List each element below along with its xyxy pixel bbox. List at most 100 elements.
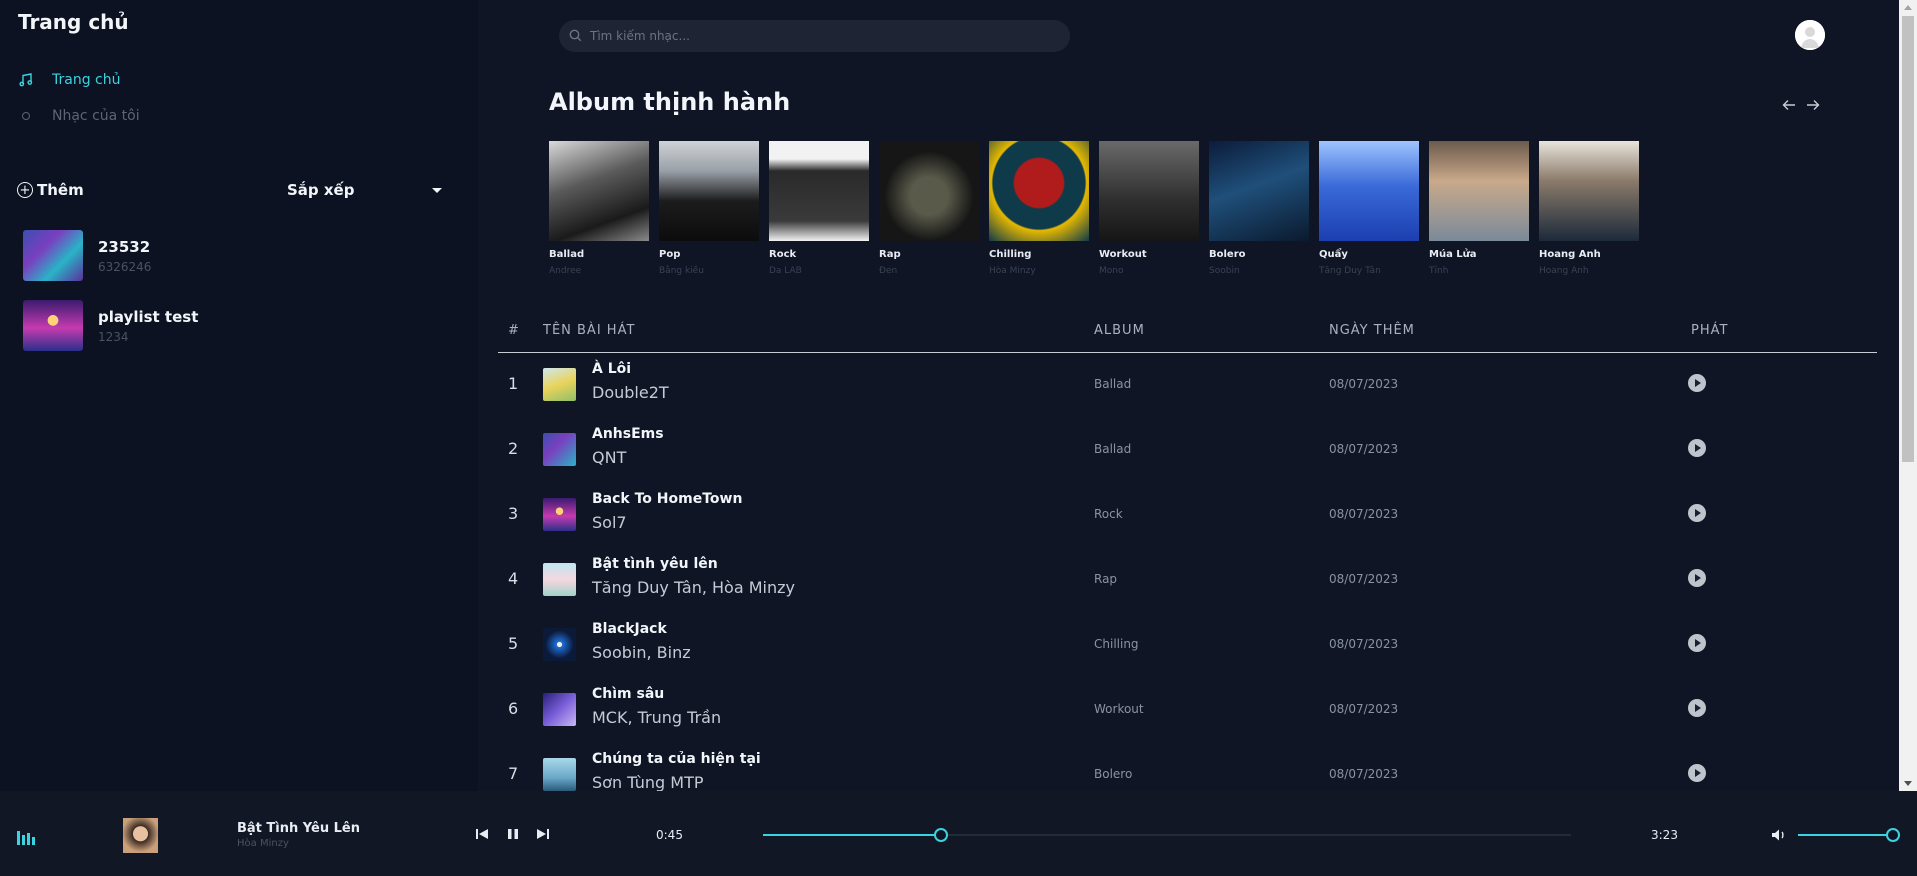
song-title: BlackJack (592, 621, 667, 637)
album-cover (1099, 141, 1199, 241)
now-playing-artist: Hòa Minzy (237, 838, 289, 849)
row-index: 7 (508, 764, 519, 783)
song-album: Chilling (1094, 637, 1139, 651)
album-card[interactable]: Múa Lửa Tỉnh (1429, 141, 1529, 276)
progress-slider[interactable] (763, 828, 1571, 842)
col-album: ALBUM (1094, 323, 1145, 338)
next-icon[interactable] (535, 826, 551, 842)
progress-fill (763, 834, 941, 836)
playlist-name: playlist test (98, 307, 199, 326)
album-name: Workout (1099, 249, 1147, 260)
album-card[interactable]: Quẩy Tăng Duy Tân (1319, 141, 1419, 276)
sort-label: Sắp xếp (287, 181, 355, 199)
arrow-left-icon[interactable] (1781, 97, 1797, 113)
album-cover (879, 141, 979, 241)
search-icon (569, 27, 582, 46)
table-row[interactable]: 2 AnhsEms QNT Ballad 08/07/2023 (498, 418, 1877, 483)
album-card[interactable]: Bolero Soobin (1209, 141, 1309, 276)
sidebar-item-home[interactable]: Trang chủ (18, 72, 120, 88)
avatar[interactable] (1795, 20, 1825, 50)
volume-knob[interactable] (1886, 828, 1900, 842)
previous-icon[interactable] (474, 826, 490, 842)
row-index: 1 (508, 374, 519, 393)
song-thumb (543, 563, 576, 596)
album-card[interactable]: Ballad Andree (549, 141, 649, 276)
song-date: 08/07/2023 (1329, 572, 1399, 586)
playlist-item[interactable]: playlist test 1234 (23, 300, 198, 351)
song-date: 08/07/2023 (1329, 637, 1399, 651)
album-card[interactable]: Workout Mono (1099, 141, 1199, 276)
album-name: Rock (769, 249, 797, 260)
search-input[interactable] (590, 29, 1030, 43)
volume-icon[interactable] (1770, 826, 1788, 844)
playlist-item[interactable]: 23532 6326246 (23, 230, 151, 281)
sidebar-item-my-music[interactable]: Nhạc của tôi (18, 108, 140, 124)
play-icon[interactable] (1688, 699, 1706, 717)
table-row[interactable]: 3 Back To HomeTown Sol7 Rock 08/07/2023 (498, 483, 1877, 548)
current-time: 0:45 (656, 828, 683, 842)
table-row[interactable]: 4 Bật tình yêu lên Tăng Duy Tân, Hòa Min… (498, 548, 1877, 613)
song-album: Ballad (1094, 442, 1132, 456)
col-index: # (508, 323, 520, 338)
album-cover (549, 141, 649, 241)
song-thumb (543, 693, 576, 726)
song-thumb (543, 628, 576, 661)
equalizer-icon[interactable] (17, 831, 35, 845)
album-artist: Soobin (1209, 266, 1240, 276)
scroll-down-icon[interactable] (1904, 781, 1912, 786)
song-thumb (543, 498, 576, 531)
song-thumb (543, 433, 576, 466)
album-card[interactable]: Rap Đen (879, 141, 979, 276)
row-index: 4 (508, 569, 519, 588)
album-card[interactable]: Pop Bằng kiều (659, 141, 759, 276)
sidebar: Trang chủ Trang chủ Nhạc của tôi + Thêm … (0, 0, 478, 791)
scroll-up-icon[interactable] (1904, 5, 1912, 10)
play-icon[interactable] (1688, 634, 1706, 652)
song-title: Back To HomeTown (592, 491, 743, 507)
play-icon[interactable] (1688, 374, 1706, 392)
album-card[interactable]: Hoang Anh Hoang Anh (1539, 141, 1639, 276)
progress-knob[interactable] (933, 828, 948, 842)
add-playlist-button[interactable]: + Thêm (17, 181, 84, 199)
sidebar-item-label: Nhạc của tôi (52, 108, 140, 124)
album-name: Múa Lửa (1429, 249, 1477, 260)
album-carousel: Ballad Andree Pop Bằng kiều Rock Da LAB … (549, 141, 1639, 276)
album-name: Rap (879, 249, 901, 260)
now-playing-cover (123, 818, 158, 853)
play-icon[interactable] (1688, 439, 1706, 457)
song-artist: Tăng Duy Tân, Hòa Minzy (592, 578, 795, 597)
table-row[interactable]: 5 BlackJack Soobin, Binz Chilling 08/07/… (498, 613, 1877, 678)
arrow-right-icon[interactable] (1805, 97, 1821, 113)
album-card[interactable]: Rock Da LAB (769, 141, 869, 276)
scrollbar[interactable] (1899, 0, 1917, 791)
song-artist: QNT (592, 448, 627, 467)
table-row[interactable]: 7 Chúng ta của hiện tại Sơn Tùng MTP Bol… (498, 743, 1877, 791)
sort-dropdown[interactable]: Sắp xếp (287, 181, 442, 199)
album-name: Ballad (549, 249, 585, 260)
album-name: Hoang Anh (1539, 249, 1601, 260)
volume-slider[interactable] (1798, 828, 1900, 842)
duration: 3:23 (1651, 828, 1678, 842)
album-cover (659, 141, 759, 241)
song-date: 08/07/2023 (1329, 377, 1399, 391)
album-card[interactable]: Chilling Hòa Minzy (989, 141, 1089, 276)
song-album: Workout (1094, 702, 1144, 716)
album-cover (1209, 141, 1309, 241)
row-index: 6 (508, 699, 519, 718)
scrollbar-thumb[interactable] (1902, 16, 1914, 462)
album-name: Bolero (1209, 249, 1246, 260)
song-album: Rock (1094, 507, 1123, 521)
album-artist: Da LAB (769, 266, 802, 276)
play-icon[interactable] (1688, 504, 1706, 522)
album-name: Quẩy (1319, 249, 1348, 260)
song-album: Ballad (1094, 377, 1132, 391)
plus-circle-icon: + (17, 182, 33, 198)
play-icon[interactable] (1688, 764, 1706, 782)
table-row[interactable]: 6 Chìm sâu MCK, Trung Trần Workout 08/07… (498, 678, 1877, 743)
col-date: NGÀY THÊM (1329, 323, 1415, 338)
play-icon[interactable] (1688, 569, 1706, 587)
song-title: À Lôi (592, 361, 632, 377)
pause-icon[interactable] (505, 826, 521, 842)
search-bar[interactable] (559, 20, 1070, 52)
table-row[interactable]: 1 À Lôi Double2T Ballad 08/07/2023 (498, 353, 1877, 418)
